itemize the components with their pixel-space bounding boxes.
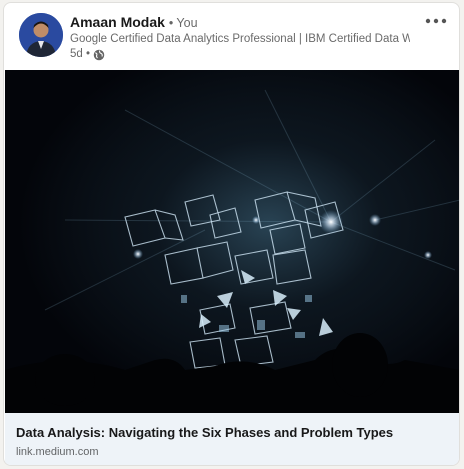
post-header: Amaan Modak • You Google Certified Data … [4,3,459,69]
link-preview[interactable]: Data Analysis: Navigating the Six Phases… [5,413,459,465]
avatar-photo [19,13,63,57]
link-domain: link.medium.com [16,446,99,458]
more-options-button[interactable] [423,12,449,30]
post-card: Amaan Modak • You Google Certified Data … [3,2,460,466]
post-meta: 5d • [70,47,105,62]
you-label: • You [168,16,198,30]
link-title[interactable]: Data Analysis: Navigating the Six Phases… [16,425,393,440]
more-horizontal-icon [425,18,447,24]
post-time: 5d • [70,48,91,60]
author-headline: Google Certified Data Analytics Professi… [70,33,410,45]
author-name[interactable]: Amaan Modak [70,14,165,30]
article-image[interactable] [5,70,459,413]
author-line: Amaan Modak • You [70,13,198,32]
avatar[interactable] [19,13,63,57]
globe-icon [93,49,105,61]
